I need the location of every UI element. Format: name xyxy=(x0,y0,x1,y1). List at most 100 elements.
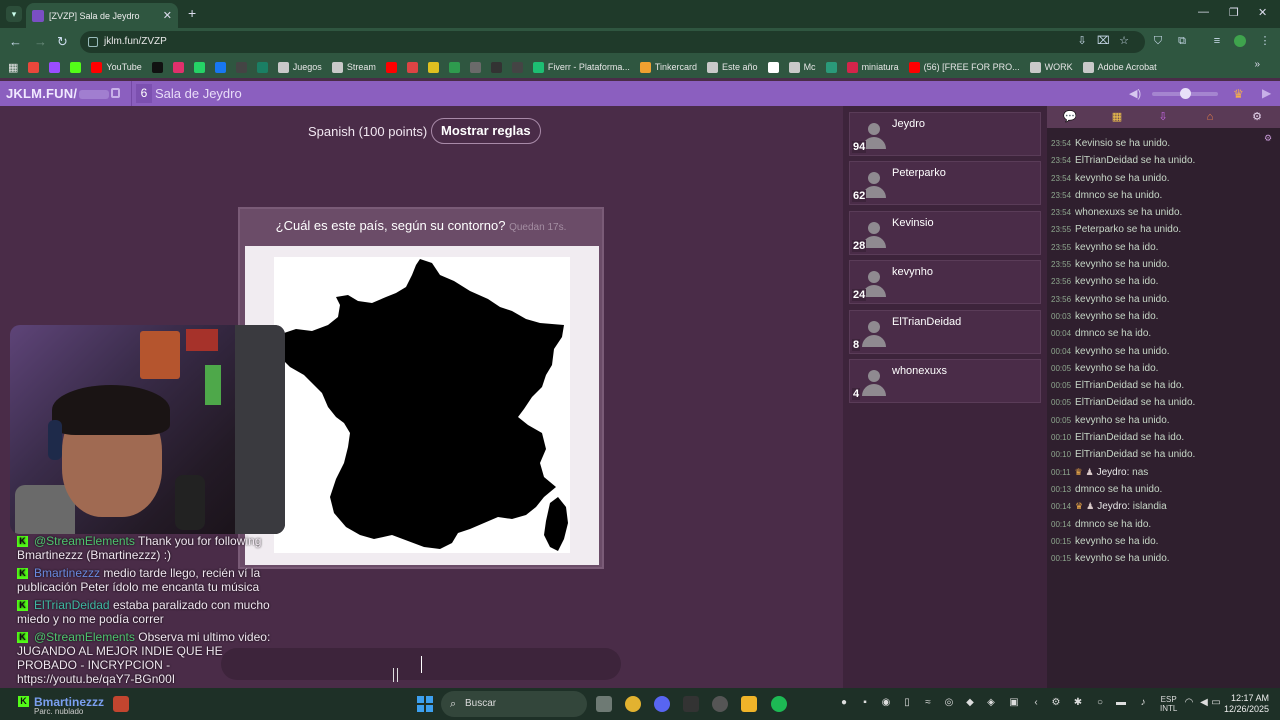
bookmark-item[interactable] xyxy=(469,61,485,73)
site-brand[interactable]: JKLM.FUN/ xyxy=(6,86,110,101)
player-card[interactable]: whonexuxs 4 xyxy=(849,359,1041,403)
reload-icon[interactable]: ↻ xyxy=(57,34,68,50)
browser-tab[interactable]: [ZVZP] Sala de Jeydro ✕ xyxy=(26,3,178,28)
extensions-puzzle-icon[interactable]: ⧉ xyxy=(1176,35,1188,47)
profile-avatar-icon[interactable] xyxy=(1234,35,1246,47)
bookmark-item[interactable] xyxy=(385,61,401,73)
translate-icon[interactable]: ⌧ xyxy=(1097,35,1110,47)
more-bookmarks-chevron-icon[interactable]: » xyxy=(1254,59,1260,70)
player-card[interactable]: ElTrianDeidad 8 xyxy=(849,309,1041,354)
spotify-icon[interactable] xyxy=(771,696,787,712)
tray-monitor-icon[interactable]: ▣ xyxy=(1008,697,1020,709)
tray-steam-icon[interactable]: ◎ xyxy=(943,697,955,709)
bookmark-item[interactable]: Este año xyxy=(707,61,758,73)
windows-start-icon[interactable] xyxy=(417,696,433,712)
show-rules-button[interactable]: Mostrar reglas xyxy=(431,118,541,144)
bookmark-item[interactable]: WORK xyxy=(1029,61,1073,73)
tab-list-chevron-icon[interactable]: ▾ xyxy=(6,6,22,22)
volume-icon[interactable]: ◀) xyxy=(1129,87,1141,100)
bookmark-item[interactable]: YouTube xyxy=(91,61,142,73)
bookmark-item[interactable] xyxy=(427,61,443,73)
bookmark-item[interactable] xyxy=(235,61,251,73)
restore-icon[interactable]: ❐ xyxy=(1229,6,1239,19)
volume-slider-knob[interactable] xyxy=(1180,88,1191,99)
apps-grid-icon[interactable]: ▦ xyxy=(8,61,18,74)
bookmark-item[interactable] xyxy=(28,61,43,73)
bookmark-item[interactable] xyxy=(214,61,230,73)
chrome-icon[interactable] xyxy=(625,696,641,712)
bookmark-item[interactable]: Tinkercard xyxy=(639,61,697,73)
task-view-icon[interactable] xyxy=(596,696,612,712)
chat-settings-icon[interactable]: ⚙ xyxy=(1264,133,1274,143)
bookmark-item[interactable]: (56) [FREE FOR PRO... xyxy=(908,61,1020,73)
bookmark-item[interactable] xyxy=(151,61,167,73)
tray-whatsapp-icon[interactable]: ◉ xyxy=(880,697,892,709)
bookmark-item[interactable] xyxy=(70,61,85,73)
chat-author[interactable]: Jeydro: xyxy=(1097,501,1130,512)
minimize-icon[interactable]: — xyxy=(1198,6,1209,18)
tray-wave-icon[interactable]: ≈ xyxy=(922,697,934,709)
url-input[interactable]: jklm.fun/ZVZP xyxy=(80,31,1145,53)
chat-author[interactable]: Jeydro: xyxy=(1097,467,1130,478)
bookmark-item[interactable] xyxy=(193,61,209,73)
tray-vpn-icon[interactable]: ◆ xyxy=(964,697,976,709)
tray-spotify-icon[interactable]: ● xyxy=(838,697,850,709)
discord-icon[interactable] xyxy=(654,696,670,712)
forward-arrow-icon[interactable]: → xyxy=(34,34,47,49)
rooms-grid-icon[interactable]: ▦ xyxy=(1109,109,1125,125)
download-icon[interactable]: ⇩ xyxy=(1155,109,1171,125)
bookmark-item[interactable] xyxy=(511,61,527,73)
crown-icon[interactable]: ♛ xyxy=(1233,87,1244,101)
tray-mic-icon[interactable]: ♪ xyxy=(1137,697,1149,709)
epic-games-icon[interactable] xyxy=(683,696,699,712)
back-arrow-icon[interactable]: ← xyxy=(9,34,22,49)
taskbar-search-box[interactable]: ⌕ Buscar xyxy=(441,691,587,717)
tray-battery-icon[interactable]: ▭ xyxy=(1210,697,1222,709)
bookmark-item[interactable]: Fiverr - Plataforma... xyxy=(532,61,630,73)
bookmark-item[interactable]: miniatura xyxy=(846,61,899,73)
menu-kebab-icon[interactable]: ⋮ xyxy=(1259,35,1271,47)
tray-volume-icon[interactable]: ◀ xyxy=(1198,697,1210,709)
play-icon[interactable]: ▶ xyxy=(1262,86,1271,100)
new-tab-plus-icon[interactable]: + xyxy=(188,5,196,21)
tray-shield-icon[interactable]: ○ xyxy=(1094,697,1106,709)
bookmark-item[interactable] xyxy=(49,61,64,73)
obs-icon[interactable] xyxy=(712,696,728,712)
tray-flag-icon[interactable]: ▬ xyxy=(1115,697,1127,709)
tray-app-icon[interactable]: ▪ xyxy=(859,697,871,709)
bookmark-item[interactable]: Adobe Acrobat xyxy=(1082,61,1157,73)
install-app-icon[interactable]: ⇩ xyxy=(1076,35,1088,47)
tab-close-icon[interactable]: ✕ xyxy=(163,9,172,22)
input-language[interactable]: ESP INTL xyxy=(1160,695,1177,713)
window-close-icon[interactable]: ✕ xyxy=(1258,6,1267,19)
bookmark-item[interactable] xyxy=(172,61,188,73)
bookmark-star-icon[interactable]: ☆ xyxy=(1118,35,1130,47)
player-card[interactable]: Jeydro 94 xyxy=(849,112,1041,156)
tray-wifi-icon[interactable]: ◠ xyxy=(1183,697,1195,709)
system-clock[interactable]: 12:17 AM 12/26/2025 xyxy=(1224,693,1269,715)
tray-nvidia-icon[interactable]: ◈ xyxy=(985,697,997,709)
player-card[interactable]: kevynho 24 xyxy=(849,260,1041,305)
bookmark-item[interactable]: Mc xyxy=(788,61,816,73)
tray-phone-icon[interactable]: ▯ xyxy=(901,697,913,709)
settings-gear-icon[interactable]: ⚙ xyxy=(1249,109,1265,125)
bookmark-item[interactable] xyxy=(406,61,422,73)
bookmark-item[interactable] xyxy=(825,61,841,73)
tab-search-icon[interactable]: ≡ xyxy=(1211,35,1223,47)
bookmark-item[interactable] xyxy=(256,61,272,73)
player-card[interactable]: Peterparko 62 xyxy=(849,161,1041,206)
stream-overlay-icon[interactable] xyxy=(113,696,129,712)
bookmark-item[interactable]: Stream xyxy=(331,61,376,73)
bookmark-item[interactable] xyxy=(490,61,506,73)
tray-chevron-icon[interactable]: ‹ xyxy=(1030,697,1042,709)
tray-bluetooth-icon[interactable]: ✱ xyxy=(1072,697,1084,709)
chat-bubble-icon[interactable]: 💬 xyxy=(1062,109,1078,125)
player-card[interactable]: Kevinsio 28 xyxy=(849,210,1041,255)
bookmark-item[interactable] xyxy=(767,61,783,73)
site-info-icon[interactable] xyxy=(88,37,98,47)
tray-settings-icon[interactable]: ⚙ xyxy=(1050,697,1062,709)
bookmark-item[interactable]: Juegos xyxy=(277,61,322,73)
bookmark-item[interactable] xyxy=(448,61,464,73)
house-icon[interactable]: ⌂ xyxy=(1202,109,1218,125)
shield-extension-icon[interactable]: ⛉ xyxy=(1152,35,1164,47)
